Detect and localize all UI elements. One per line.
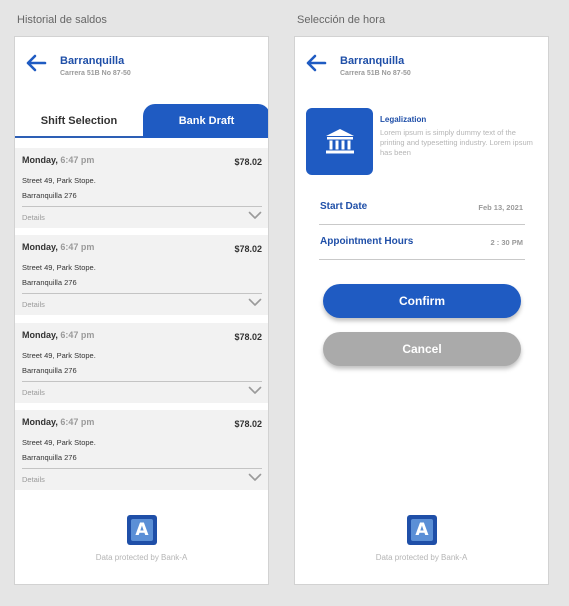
transaction-amount: $78.02 xyxy=(234,419,262,429)
start-date-label: Start Date xyxy=(320,201,368,212)
tab-bar: Shift Selection Bank Draft xyxy=(15,104,268,138)
divider xyxy=(22,206,262,207)
appointment-hours-field[interactable]: Appointment Hours 2 : 30 PM xyxy=(319,236,525,260)
transaction-time: 6:47 pm xyxy=(60,242,95,252)
transaction-card[interactable]: Monday, 6:47 pm $78.02 Street 49, Park S… xyxy=(15,235,268,315)
service-title: Legalization xyxy=(380,115,427,124)
transaction-address: Street 49, Park Stope. xyxy=(22,438,96,447)
footer-text: Data protected by Bank-A xyxy=(375,553,468,562)
transaction-address: Street 49, Park Stope. xyxy=(22,351,96,360)
transaction-city: Barranquilla 276 xyxy=(22,453,77,462)
transaction-day-label: Monday, xyxy=(22,330,58,340)
transaction-address: Street 49, Park Stope. xyxy=(22,263,96,272)
chevron-down-icon[interactable] xyxy=(248,473,262,482)
divider xyxy=(22,381,262,382)
appointment-hours-value: 2 : 30 PM xyxy=(490,238,523,247)
bank-a-logo: A xyxy=(407,515,437,545)
details-label: Details xyxy=(22,300,45,309)
cancel-button[interactable]: Cancel xyxy=(323,332,521,366)
transaction-time: 6:47 pm xyxy=(60,417,95,427)
chevron-down-icon[interactable] xyxy=(248,298,262,307)
tab-shift-selection[interactable]: Shift Selection xyxy=(15,104,143,138)
header: Barranquilla Carrera 51B No 87-50 xyxy=(15,37,268,97)
bank-building-icon xyxy=(325,128,354,153)
transaction-day-label: Monday, xyxy=(22,417,58,427)
artboard-label-time-selection: Selección de hora xyxy=(297,14,386,26)
transaction-day-label: Monday, xyxy=(22,242,58,252)
transaction-city: Barranquilla 276 xyxy=(22,191,77,200)
transaction-card[interactable]: Monday, 6:47 pm $78.02 Street 49, Park S… xyxy=(15,323,268,403)
arrow-left-icon[interactable] xyxy=(25,54,47,72)
transaction-amount: $78.02 xyxy=(234,157,262,167)
header-subtitle: Carrera 51B No 87-50 xyxy=(60,70,131,77)
transaction-day-label: Monday, xyxy=(22,155,58,165)
balance-history-screen: Barranquilla Carrera 51B No 87-50 Shift … xyxy=(14,36,269,585)
details-label: Details xyxy=(22,388,45,397)
transaction-address: Street 49, Park Stope. xyxy=(22,176,96,185)
time-selection-screen: Barranquilla Carrera 51B No 87-50 Legali… xyxy=(294,36,549,585)
header-title: Barranquilla xyxy=(340,55,405,67)
transaction-card[interactable]: Monday, 6:47 pm $78.02 Street 49, Park S… xyxy=(15,410,268,490)
transaction-city: Barranquilla 276 xyxy=(22,366,77,375)
header-title: Barranquilla xyxy=(60,55,125,67)
arrow-left-icon[interactable] xyxy=(305,54,327,72)
footer-text: Data protected by Bank-A xyxy=(95,553,188,562)
transaction-amount: $78.02 xyxy=(234,332,262,342)
details-label: Details xyxy=(22,475,45,484)
header-subtitle: Carrera 51B No 87-50 xyxy=(340,70,411,77)
transaction-day: Monday, 6:47 pm xyxy=(22,330,94,340)
chevron-down-icon[interactable] xyxy=(248,211,262,220)
bank-a-logo: A xyxy=(127,515,157,545)
transaction-amount: $78.02 xyxy=(234,244,262,254)
divider xyxy=(22,468,262,469)
appointment-hours-label: Appointment Hours xyxy=(320,236,414,247)
transaction-day: Monday, 6:47 pm xyxy=(22,155,94,165)
transaction-day: Monday, 6:47 pm xyxy=(22,417,94,427)
transaction-day: Monday, 6:47 pm xyxy=(22,242,94,252)
details-label: Details xyxy=(22,213,45,222)
transaction-card[interactable]: Monday, 6:47 pm $78.02 Street 49, Park S… xyxy=(15,148,268,228)
bank-a-logo-letter: A xyxy=(411,519,433,541)
divider xyxy=(22,293,262,294)
transaction-city: Barranquilla 276 xyxy=(22,278,77,287)
service-description: Lorem ipsum is simply dummy text of the … xyxy=(380,128,533,157)
start-date-field[interactable]: Start Date Feb 13, 2021 xyxy=(319,201,525,225)
header: Barranquilla Carrera 51B No 87-50 xyxy=(295,37,548,97)
chevron-down-icon[interactable] xyxy=(248,386,262,395)
bank-a-logo-letter: A xyxy=(131,519,153,541)
artboard-label-balance-history: Historial de saldos xyxy=(17,14,107,26)
transaction-time: 6:47 pm xyxy=(60,330,95,340)
confirm-button[interactable]: Confirm xyxy=(323,284,521,318)
transaction-time: 6:47 pm xyxy=(60,155,95,165)
tab-bank-draft[interactable]: Bank Draft xyxy=(143,104,268,138)
start-date-value: Feb 13, 2021 xyxy=(478,203,523,212)
service-card-icon xyxy=(306,108,373,175)
